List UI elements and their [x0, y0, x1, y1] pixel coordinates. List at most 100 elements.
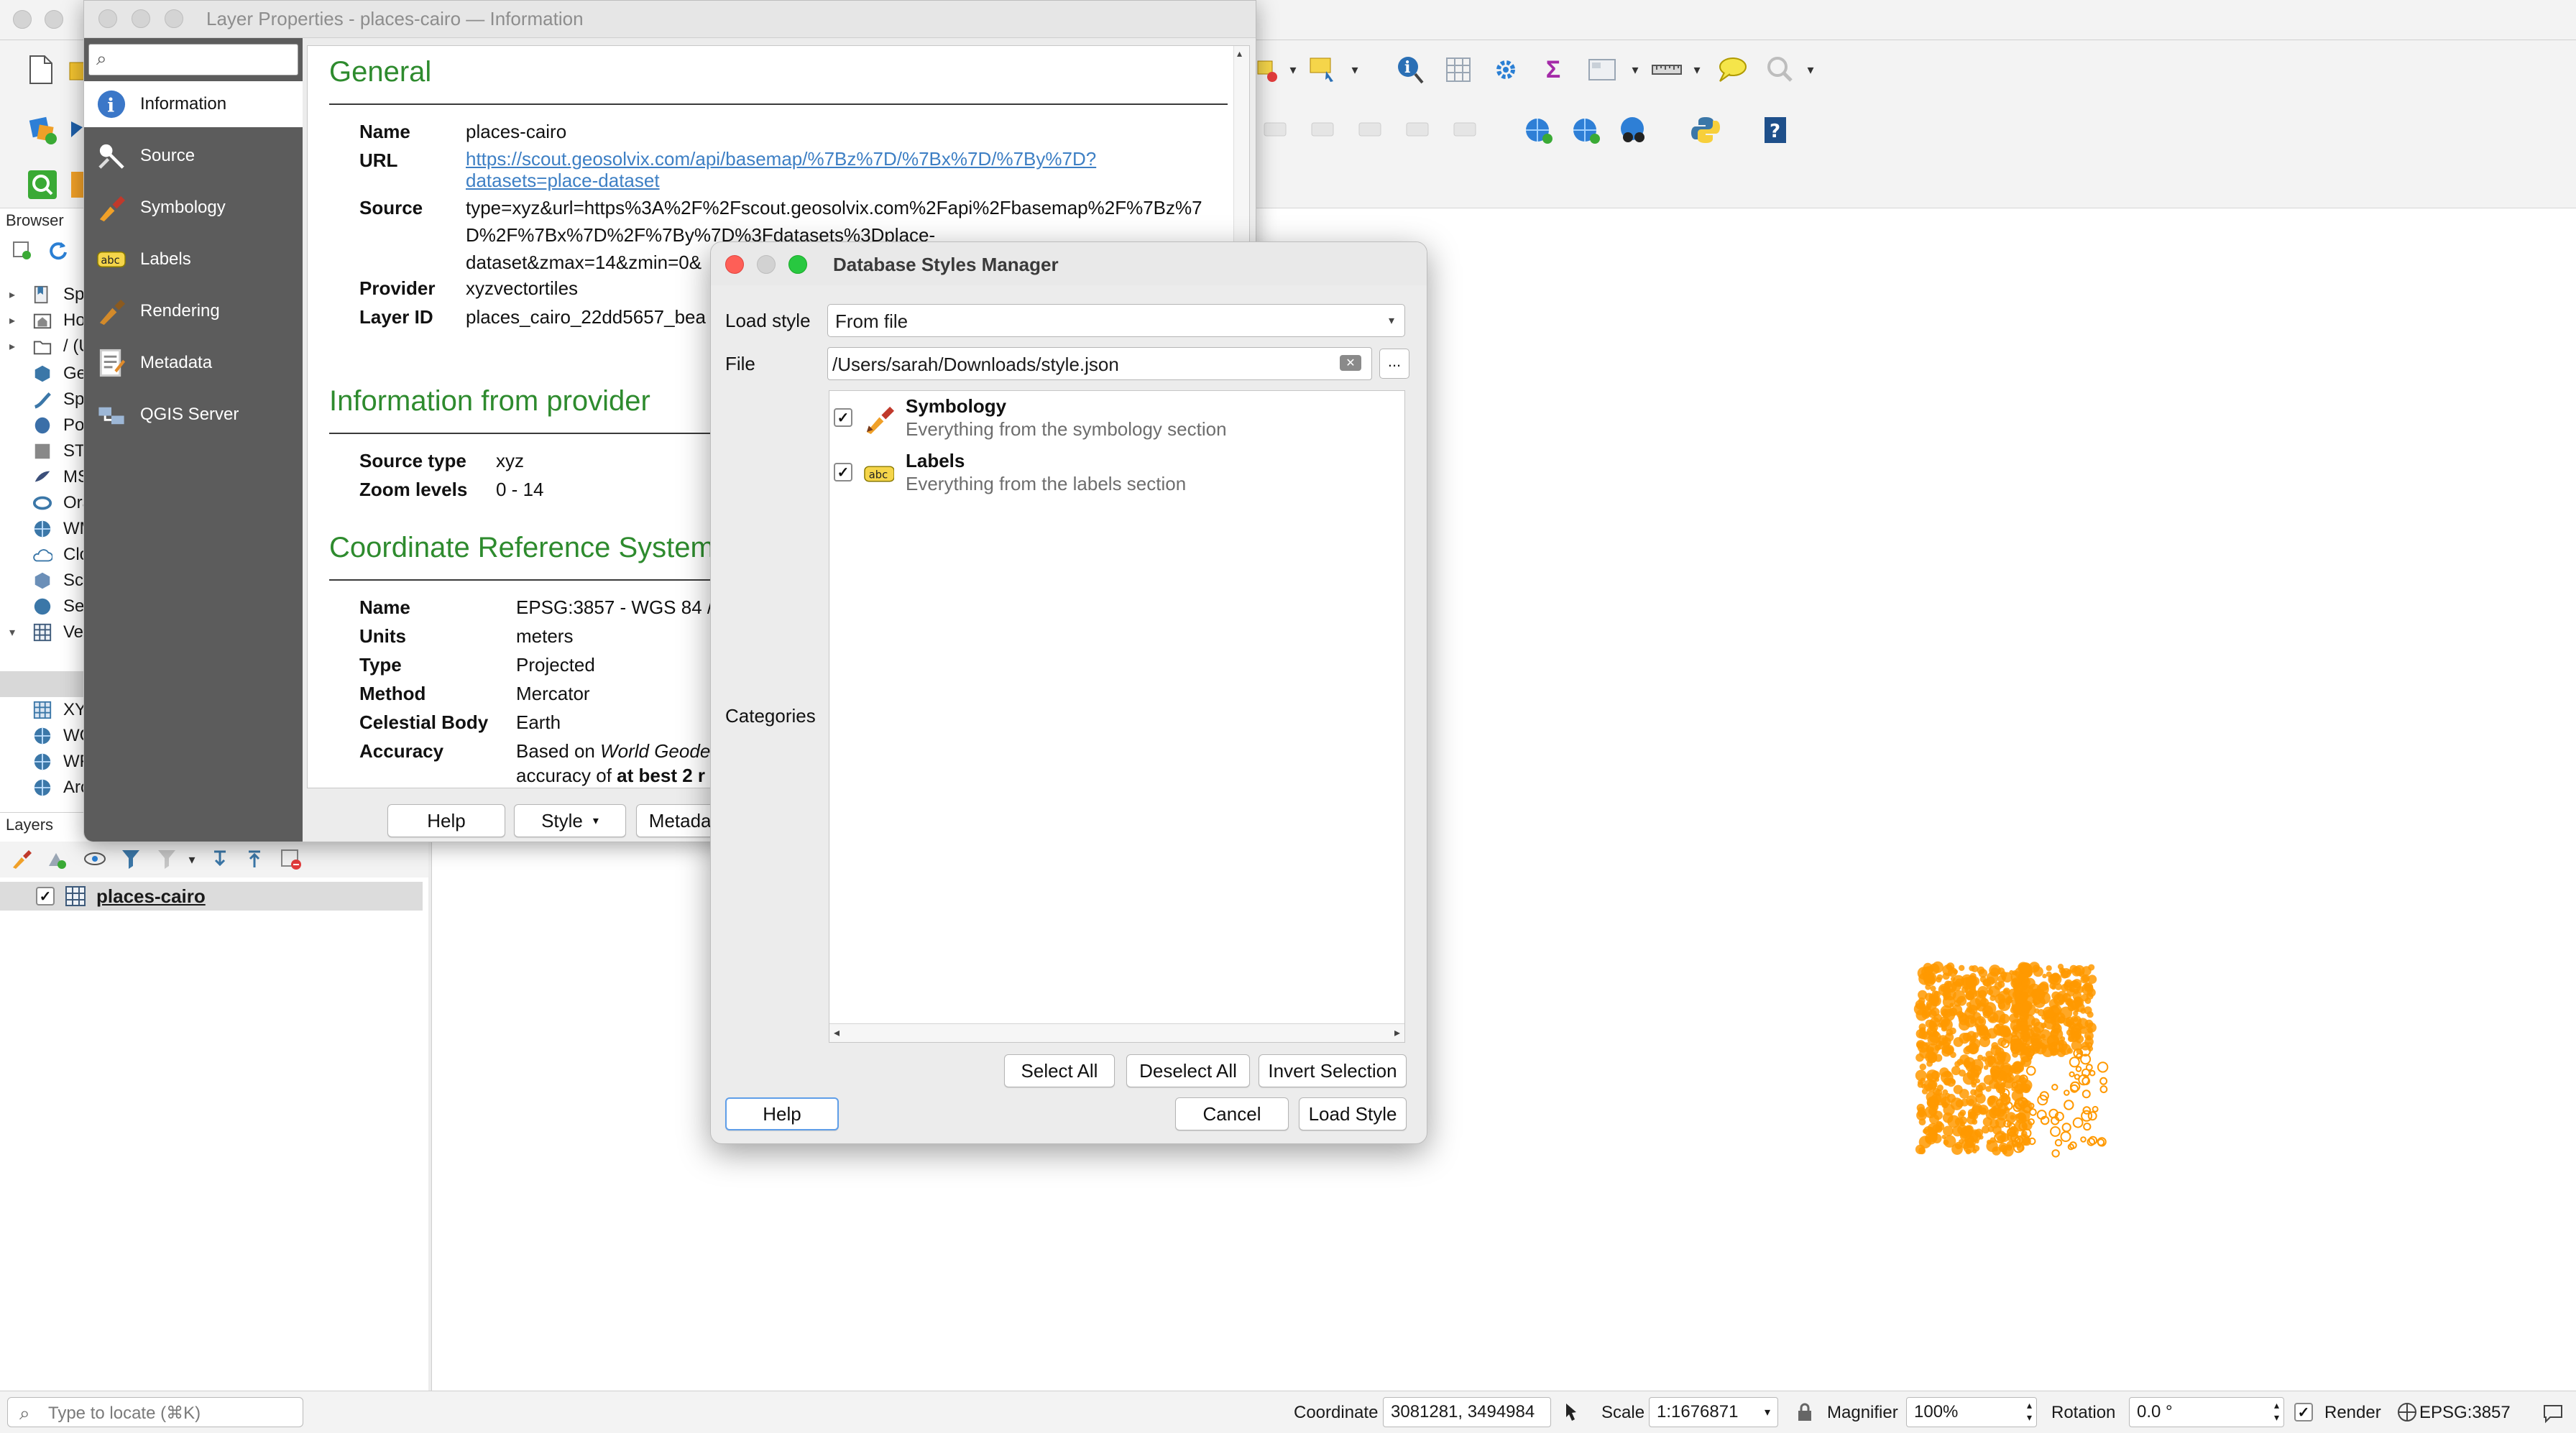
browse-file-button[interactable]: ... [1379, 349, 1409, 379]
clear-icon[interactable]: ✕ [1340, 355, 1361, 371]
label-change-icon[interactable] [1449, 112, 1485, 148]
layer-styling-icon[interactable] [7, 844, 36, 873]
sidebar-item-metadata[interactable]: Metadata [84, 340, 303, 386]
deselect-all-button[interactable]: Deselect All [1126, 1054, 1250, 1087]
sidebar-search-input[interactable]: ⌕ [88, 44, 298, 75]
sidebar-item-information[interactable]: i Information [84, 81, 303, 127]
category-checkbox[interactable]: ✓ [834, 463, 852, 481]
lp-minimize-button[interactable] [132, 9, 150, 28]
help-button[interactable]: Help [387, 804, 505, 837]
scroll-left-icon[interactable]: ◂ [834, 1026, 840, 1040]
invert-selection-button[interactable]: Invert Selection [1259, 1054, 1407, 1087]
filter-legend-icon[interactable] [116, 844, 145, 873]
toggle-extents-mouse-icon[interactable] [1555, 1397, 1586, 1427]
chevron-down-icon[interactable]: ▾ [1689, 62, 1705, 78]
remove-layer-icon[interactable] [276, 844, 305, 873]
vector-layer-icon[interactable] [69, 112, 85, 148]
load-style-select[interactable]: From file ▾ [827, 304, 1405, 337]
new-project-icon[interactable] [23, 52, 59, 88]
sidebar-item-source[interactable]: Source [84, 133, 303, 179]
messages-icon[interactable] [2539, 1399, 2567, 1427]
lp-zoom-button[interactable] [165, 9, 183, 28]
filter-expression-icon[interactable] [152, 844, 181, 873]
sidebar-item-rendering[interactable]: Rendering [84, 288, 303, 334]
rotation-field[interactable]: 0.0 ° ▴ ▾ [2129, 1397, 2284, 1427]
zoom-gear-icon[interactable] [1762, 52, 1798, 88]
horizontal-scrollbar[interactable]: ◂ ▸ [829, 1023, 1404, 1042]
cancel-button[interactable]: Cancel [1175, 1097, 1289, 1130]
load-style-button[interactable]: Load Style [1299, 1097, 1407, 1130]
crs-globe-icon[interactable] [2393, 1399, 2421, 1426]
collapse-all-icon[interactable] [240, 844, 269, 873]
processing-search-icon[interactable] [24, 167, 60, 203]
dialog-help-button[interactable]: Help [725, 1097, 839, 1130]
style-menu-button[interactable]: Style ▾ [514, 804, 626, 837]
layer-visibility-checkbox[interactable]: ✓ [36, 887, 55, 906]
chevron-down-icon[interactable]: ▾ [184, 852, 200, 867]
category-item-labels[interactable]: ✓ abc Labels Everything from the labels sec… [829, 446, 1404, 500]
dialog-close-button[interactable] [725, 255, 744, 274]
file-path-input[interactable]: /Users/sarah/Downloads/style.json ✕ [827, 347, 1372, 380]
magnifier-field[interactable]: 100% ▴ ▾ [1906, 1397, 2037, 1427]
source-value-line-1: type=xyz&url=https%3A%2F%2Fscout.geosolv… [466, 197, 1202, 218]
layout-manager-icon[interactable] [1584, 52, 1620, 88]
sidebar-item-qgis-server[interactable]: QGIS Server [84, 392, 303, 438]
visibility-eye-icon[interactable] [80, 844, 109, 873]
collapse-arrow-icon[interactable]: ▸ [4, 313, 20, 328]
scale-field[interactable]: 1:1676871 ▾ [1649, 1397, 1778, 1427]
scroll-up-icon[interactable]: ▴ [1237, 47, 1242, 60]
collapse-arrow-icon[interactable]: ▸ [4, 339, 20, 354]
globe-add-icon[interactable] [1521, 112, 1557, 148]
chevron-down-icon[interactable]: ▾ [1803, 62, 1818, 78]
crs-label[interactable]: EPSG:3857 [2419, 1403, 2511, 1423]
dialog-zoom-button[interactable] [788, 255, 807, 274]
label-tool-icon[interactable] [1259, 112, 1295, 148]
measure-ruler-icon[interactable] [1649, 52, 1685, 88]
render-checkbox[interactable]: ✓ [2294, 1403, 2313, 1422]
layer-row-places-cairo[interactable]: ✓ places-cairo [0, 882, 423, 911]
chevron-down-icon[interactable]: ▾ [1347, 62, 1363, 78]
url-link-continued[interactable]: datasets=place-dataset [466, 170, 660, 192]
map-tips-icon[interactable] [1714, 52, 1749, 88]
identify-icon[interactable]: i [1393, 52, 1429, 88]
expand-arrow-icon[interactable]: ▾ [4, 625, 20, 640]
expand-all-icon[interactable] [206, 844, 234, 873]
statistics-sigma-icon[interactable]: Σ [1535, 52, 1571, 88]
sidebar-item-labels[interactable]: abc Labels [84, 236, 303, 282]
url-link[interactable]: https://scout.geosolvix.com/api/basemap/… [466, 148, 1096, 170]
main-minimize-button[interactable] [45, 10, 63, 29]
globe-binoculars-icon[interactable] [1616, 112, 1652, 148]
main-close-button[interactable] [13, 10, 32, 29]
collapse-arrow-icon[interactable]: ▸ [4, 287, 20, 302]
coordinate-field[interactable]: 3081281, 3494984 [1383, 1397, 1551, 1427]
label-show-icon[interactable] [1307, 112, 1343, 148]
load-style-label: Load style [725, 310, 811, 331]
processing-model-icon[interactable] [69, 167, 85, 203]
locator-search-input[interactable]: ⌕ Type to locate (⌘K) [7, 1397, 303, 1427]
attribute-table-icon[interactable] [1440, 52, 1476, 88]
category-checkbox[interactable]: ✓ [834, 408, 852, 427]
category-item-symbology[interactable]: ✓ Symbology Everything from the symbology … [829, 391, 1404, 446]
source-type-key: Source type [359, 450, 466, 471]
add-selected-layers-icon[interactable] [9, 237, 34, 263]
help-contents-icon[interactable]: ? [1758, 112, 1794, 148]
lock-scale-icon[interactable] [1793, 1397, 1817, 1427]
toolbox-gear-icon[interactable] [1488, 52, 1524, 88]
scroll-right-icon[interactable]: ▸ [1394, 1026, 1400, 1040]
chevron-down-icon[interactable]: ▾ [1285, 62, 1301, 78]
python-console-icon[interactable] [1688, 112, 1724, 148]
add-group-icon[interactable] [42, 844, 70, 873]
lp-close-button[interactable] [98, 9, 117, 28]
data-source-manager-icon[interactable] [24, 112, 60, 148]
zoom-levels-key: Zoom levels [359, 479, 468, 500]
chevron-down-icon[interactable]: ▾ [1627, 62, 1643, 78]
refresh-icon[interactable] [45, 237, 70, 263]
label-move-icon[interactable] [1354, 112, 1390, 148]
label-rotate-icon[interactable] [1402, 112, 1438, 148]
globe-search-icon[interactable] [1568, 112, 1604, 148]
select-all-button[interactable]: Select All [1004, 1054, 1115, 1087]
select-edit-icon[interactable] [1255, 52, 1279, 88]
select-features-icon[interactable] [1305, 52, 1341, 88]
sidebar-item-symbology[interactable]: Symbology [84, 185, 303, 231]
dialog-minimize-button[interactable] [757, 255, 776, 274]
